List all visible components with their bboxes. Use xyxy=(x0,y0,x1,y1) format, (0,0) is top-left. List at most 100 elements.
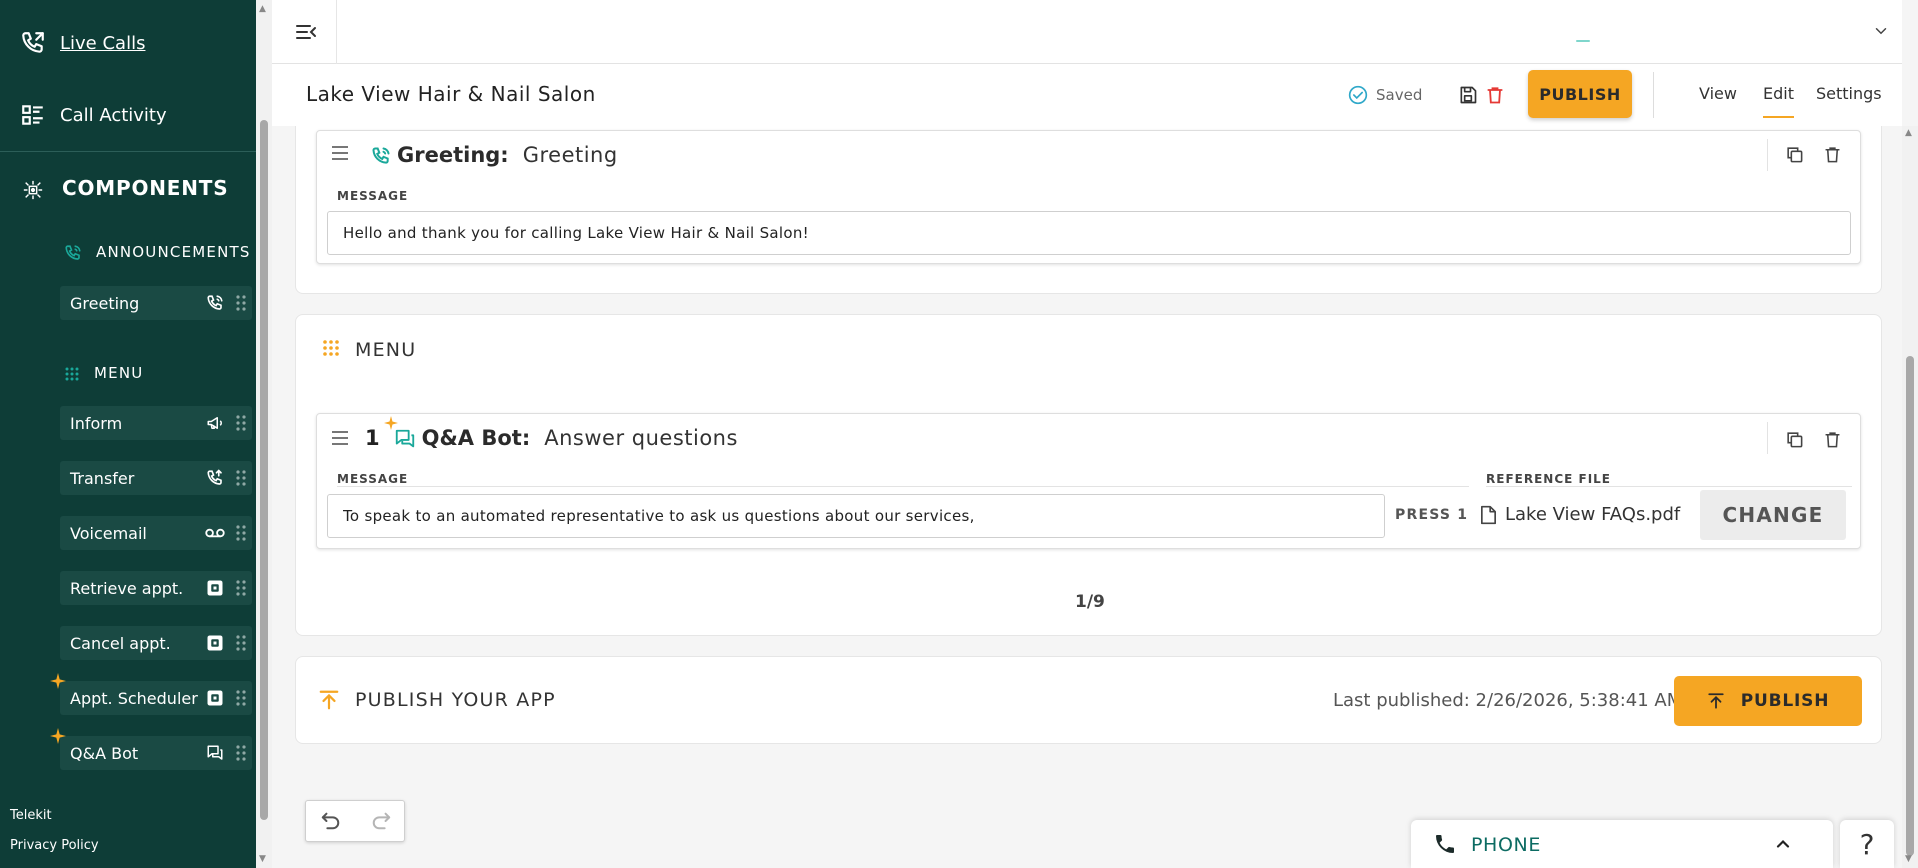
change-file-button[interactable]: CHANGE xyxy=(1700,490,1846,540)
main-scrollbar[interactable]: ▲ ▼ xyxy=(1902,126,1918,868)
components-icon xyxy=(22,176,44,201)
check-circle-icon xyxy=(1348,85,1368,105)
phone-transfer-icon xyxy=(204,469,226,487)
phone-call-icon xyxy=(204,294,226,312)
publish-app-button[interactable]: PUBLISH xyxy=(1674,676,1862,726)
component-retrieve-appt[interactable]: Retrieve appt. xyxy=(60,571,252,605)
greeting-component: Greeting: Greeting MESSAGE xyxy=(316,130,1861,264)
undo-redo-control xyxy=(305,800,405,842)
component-voicemail[interactable]: Voicemail xyxy=(60,516,252,550)
drag-handle-icon[interactable] xyxy=(234,415,248,431)
publish-card: PUBLISH YOUR APP Last published: 2/26/20… xyxy=(295,656,1882,744)
save-icon[interactable] xyxy=(1458,85,1478,109)
scroll-down-arrow-icon[interactable]: ▼ xyxy=(259,854,266,864)
chevron-up-icon[interactable] xyxy=(1773,834,1793,858)
drag-handle-icon[interactable] xyxy=(234,470,248,486)
trash-icon[interactable] xyxy=(1823,145,1842,168)
title-separator xyxy=(1653,72,1654,118)
component-type-label: Q&A Bot: xyxy=(421,426,531,450)
publish-app-button-label: PUBLISH xyxy=(1740,691,1830,711)
publish-button[interactable]: PUBLISH xyxy=(1528,70,1632,118)
component-label: Appt. Scheduler xyxy=(70,688,198,708)
reference-file[interactable]: Lake View FAQs.pdf xyxy=(1480,504,1680,525)
component-label: Cancel appt. xyxy=(70,633,171,653)
app-title: Lake View Hair & Nail Salon xyxy=(306,82,596,106)
saved-label: Saved xyxy=(1376,86,1423,104)
menu-message-input[interactable] xyxy=(327,494,1385,538)
delete-app-icon[interactable] xyxy=(1485,85,1505,109)
greeting-message-input[interactable] xyxy=(327,211,1851,255)
nav-call-activity[interactable]: Call Activity xyxy=(20,102,167,128)
group-menu-label: MENU xyxy=(94,364,144,382)
activity-list-icon xyxy=(20,102,46,128)
tab-edit[interactable]: Edit xyxy=(1763,84,1794,118)
tab-view[interactable]: View xyxy=(1699,84,1737,103)
sidebar-scroll-thumb[interactable] xyxy=(260,120,268,820)
collapse-menu-icon[interactable] xyxy=(294,20,318,48)
title-bar: Lake View Hair & Nail Salon Saved PUBLIS… xyxy=(272,64,1902,126)
component-inform[interactable]: Inform xyxy=(60,406,252,440)
footer-privacy-link[interactable]: Privacy Policy xyxy=(10,838,99,853)
component-label: Retrieve appt. xyxy=(70,578,184,598)
chevron-down-icon[interactable] xyxy=(1872,22,1890,44)
component-greeting[interactable]: Greeting xyxy=(60,286,252,320)
drag-handle-icon[interactable] xyxy=(331,145,349,165)
footer-company-link[interactable]: Telekit xyxy=(10,808,52,823)
keypad-icon xyxy=(322,339,340,363)
help-button[interactable]: ? xyxy=(1840,820,1894,868)
undo-icon[interactable] xyxy=(320,811,342,835)
phone-widget-label: PHONE xyxy=(1471,834,1541,856)
drag-handle-icon[interactable] xyxy=(234,745,248,761)
field-underline xyxy=(1486,486,1852,487)
trash-icon[interactable] xyxy=(1823,430,1842,453)
topbar-separator xyxy=(336,0,337,64)
header-separator xyxy=(1767,139,1768,171)
group-menu: MENU xyxy=(64,364,143,382)
nav-call-activity-label: Call Activity xyxy=(60,104,167,126)
component-transfer[interactable]: Transfer xyxy=(60,461,252,495)
sparkle-icon xyxy=(50,673,66,693)
upload-icon xyxy=(318,688,340,716)
drag-handle-icon[interactable] xyxy=(234,580,248,596)
component-label: Greeting xyxy=(70,293,140,313)
chat-icon xyxy=(383,416,416,450)
component-qa-bot[interactable]: Q&A Bot xyxy=(50,728,252,770)
square-app-icon xyxy=(204,634,226,652)
drag-handle-icon[interactable] xyxy=(331,430,349,450)
duplicate-icon[interactable] xyxy=(1785,145,1804,168)
sparkle-icon xyxy=(383,416,398,430)
duplicate-icon[interactable] xyxy=(1785,430,1804,453)
square-app-icon xyxy=(204,689,226,707)
sidebar-scrollbar[interactable]: ▲ ▼ xyxy=(256,0,272,868)
scroll-down-arrow-icon[interactable]: ▼ xyxy=(1905,854,1912,864)
component-cancel-appt[interactable]: Cancel appt. xyxy=(60,626,252,660)
component-name[interactable]: Greeting xyxy=(523,143,618,167)
scroll-up-arrow-icon[interactable]: ▲ xyxy=(259,4,266,14)
drag-handle-icon[interactable] xyxy=(234,525,248,541)
scroll-up-arrow-icon[interactable]: ▲ xyxy=(1905,128,1912,138)
phone-forward-icon xyxy=(20,30,46,56)
megaphone-icon xyxy=(204,414,226,432)
redo-icon[interactable] xyxy=(370,811,392,835)
drag-handle-icon[interactable] xyxy=(234,295,248,311)
component-appt-scheduler[interactable]: Appt. Scheduler xyxy=(50,673,252,715)
main-scroll-thumb[interactable] xyxy=(1906,356,1914,856)
nav-live-calls[interactable]: Live Calls xyxy=(20,30,145,56)
drag-handle-icon[interactable] xyxy=(234,635,248,651)
field-underline xyxy=(337,486,1469,487)
sidebar: Live Calls Call Activity COMPONENTS ANNO… xyxy=(0,0,256,868)
component-label: Q&A Bot xyxy=(70,743,139,763)
tab-settings[interactable]: Settings xyxy=(1816,84,1882,103)
group-announcements-label: ANNOUNCEMENTS xyxy=(96,243,251,262)
phone-icon xyxy=(1433,832,1457,860)
phone-call-icon xyxy=(64,243,82,262)
loading-indicator xyxy=(1576,40,1590,42)
drag-handle-icon[interactable] xyxy=(234,690,248,706)
component-name[interactable]: Answer questions xyxy=(544,426,738,450)
component-label: Voicemail xyxy=(70,523,147,543)
component-type-label: Greeting: xyxy=(397,143,509,167)
menu-card: MENU 1 Q&A Bot: Answer questions MESSAGE… xyxy=(295,314,1882,636)
group-announcements: ANNOUNCEMENTS xyxy=(64,243,251,262)
saved-status: Saved xyxy=(1348,85,1422,105)
phone-widget[interactable]: PHONE xyxy=(1411,820,1833,868)
